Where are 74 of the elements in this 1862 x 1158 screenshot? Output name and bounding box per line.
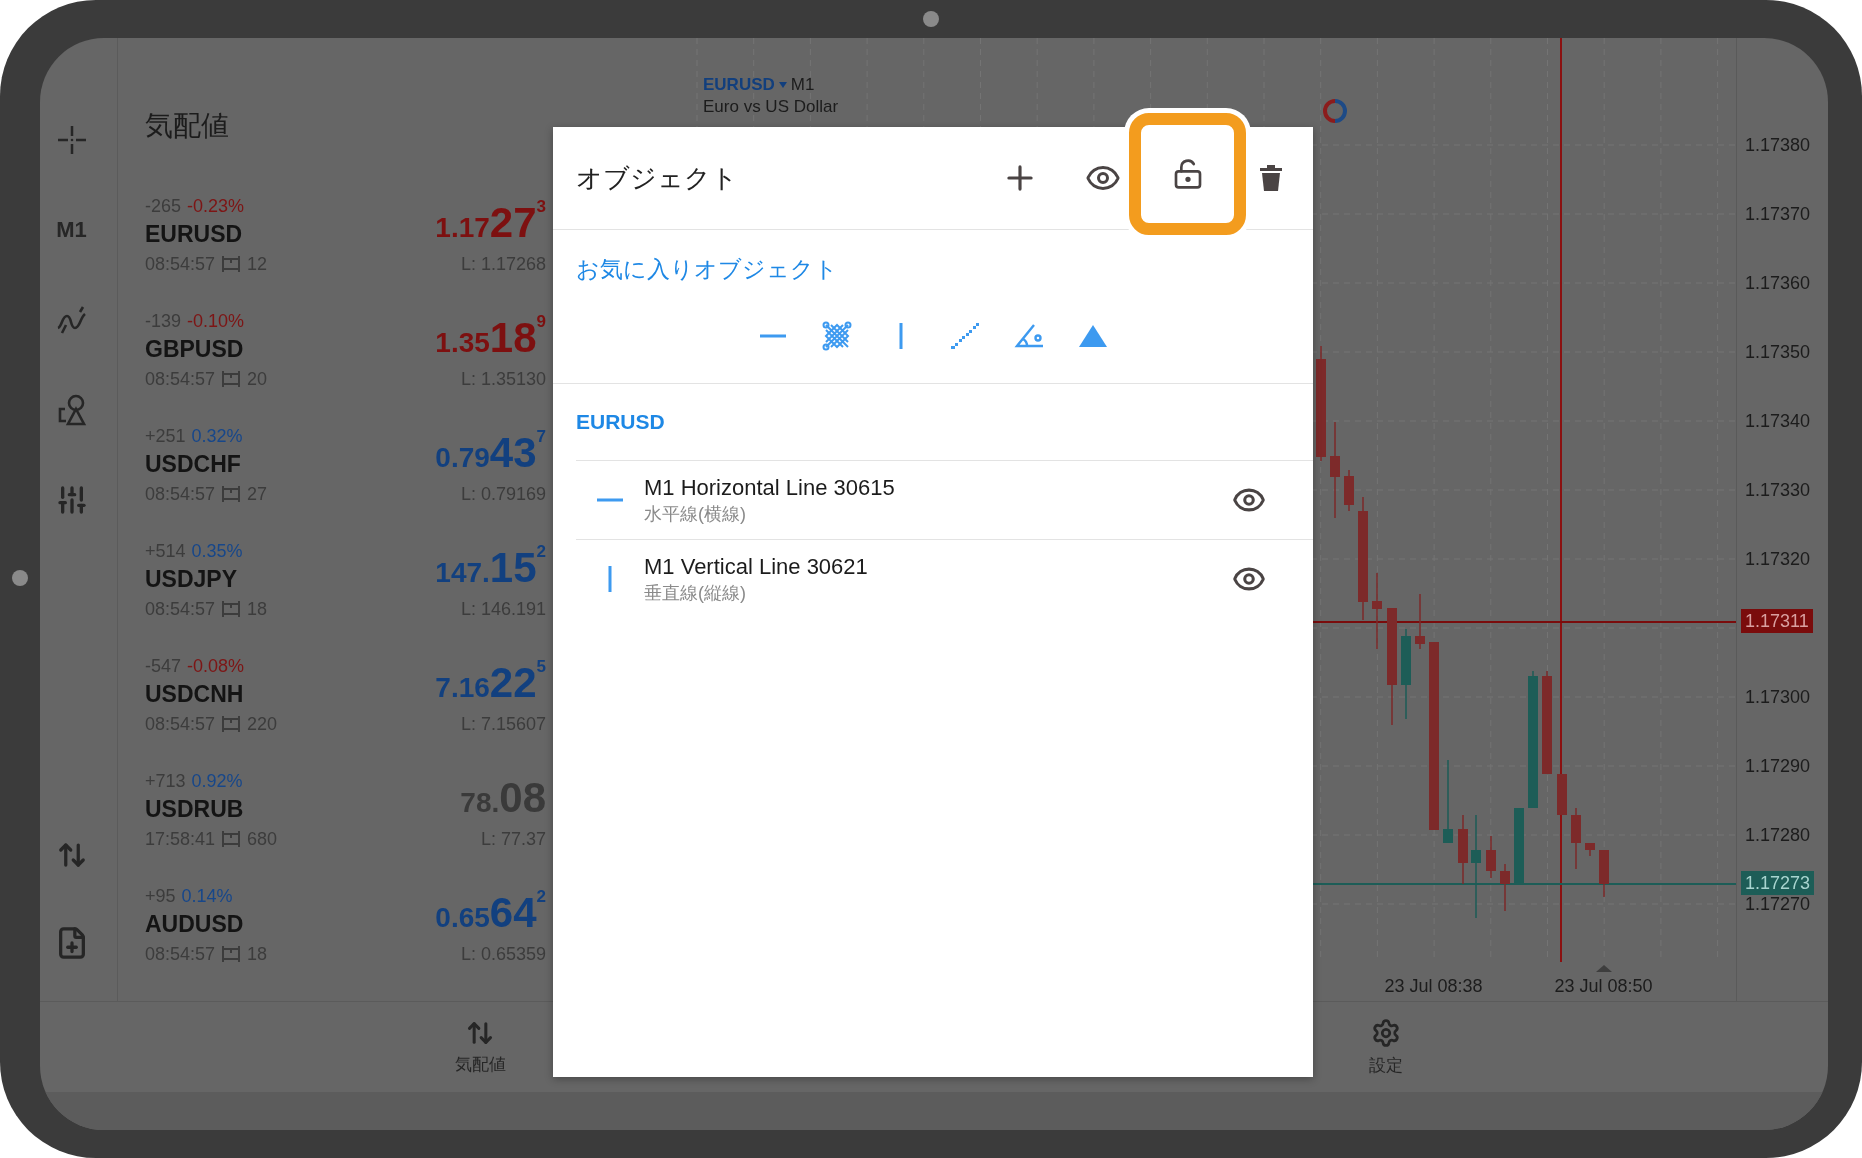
change-percent: -0.10% [187, 310, 245, 332]
spread-icon [221, 945, 242, 963]
price-axis-label: 1.17350 [1744, 341, 1812, 364]
price-axis-label: 1.17360 [1744, 272, 1812, 295]
symbol-name[interactable]: EURUSD [145, 218, 268, 250]
candle [1458, 814, 1468, 885]
spread-icon [221, 600, 242, 618]
nav-tab[interactable]: 設定 [1326, 1002, 1446, 1092]
spread-icon [221, 485, 242, 503]
chart-timeframe: M1 [790, 74, 815, 96]
spread-icon [221, 370, 242, 388]
price-axis-label: 1.17340 [1744, 410, 1812, 433]
vertical-line-icon [608, 566, 612, 592]
clock-donut-icon [1322, 98, 1348, 124]
price-axis-label: 1.17290 [1744, 755, 1812, 778]
symbol-name[interactable]: USDRUB [145, 793, 278, 825]
object-type: 垂直線(縦線) [644, 582, 747, 605]
price-axis-label: 1.17380 [1744, 134, 1812, 157]
object-name[interactable]: M1 Horizontal Line 30615 [644, 474, 895, 502]
change-percent: 0.32% [191, 425, 243, 447]
change-percent: 0.35% [191, 540, 243, 562]
price-axis-label: 1.17320 [1744, 548, 1812, 571]
change-percent: 0.14% [181, 885, 233, 907]
chart-symbol[interactable]: EURUSD [703, 74, 775, 96]
symbol-name[interactable]: USDCNH [145, 678, 278, 710]
price-marker: 1.17311 [1741, 609, 1813, 634]
spread-icon [221, 255, 242, 273]
dropdown-caret-icon [778, 82, 787, 88]
candle [1415, 593, 1425, 650]
chart-description: Euro vs US Dollar [703, 96, 839, 118]
symbol-name[interactable]: USDJPY [145, 563, 268, 595]
settings-icon [1371, 1017, 1401, 1048]
group-title: EURUSD [575, 409, 666, 435]
price-axis-label: 1.17330 [1744, 479, 1812, 502]
symbol-name[interactable]: AUDUSD [145, 908, 268, 940]
price-axis-label: 1.17370 [1744, 203, 1812, 226]
horizontal-line-icon [760, 333, 786, 338]
time-axis-label: 23 Jul 08:38 [1383, 975, 1484, 998]
change-percent: -0.23% [187, 195, 245, 217]
candle [1486, 835, 1496, 879]
object-name[interactable]: M1 Vertical Line 30621 [644, 553, 868, 581]
favorites-title: お気に入りオブジェクト [575, 255, 839, 282]
grid-icon [822, 320, 852, 351]
price-axis-label: 1.17300 [1744, 686, 1812, 709]
camera-dot [923, 11, 939, 27]
time-axis-label: 23 Jul 08:50 [1553, 975, 1654, 998]
candle [1500, 863, 1510, 912]
candle [1599, 849, 1609, 898]
nav-tab[interactable]: 気配値 [420, 1002, 540, 1092]
time-marker-icon [1596, 965, 1612, 972]
candle [1344, 469, 1354, 512]
vertical-line-icon [899, 322, 903, 349]
steps-icon [950, 321, 980, 350]
timeframe-button[interactable]: M1 [56, 208, 87, 252]
price-axis-label: 1.17270 [1744, 893, 1812, 916]
triangle-icon [1079, 324, 1107, 347]
change-percent: 0.92% [191, 770, 243, 792]
price-axis-label: 1.17280 [1744, 824, 1812, 847]
candle [1585, 842, 1595, 857]
side-dot [12, 570, 28, 586]
candle [1557, 773, 1567, 816]
object-type: 水平線(横線) [644, 503, 747, 526]
spread-icon [221, 830, 242, 848]
symbol-name[interactable]: USDCHF [145, 448, 268, 480]
price-marker: 1.17273 [1741, 871, 1815, 896]
spread-icon [221, 715, 242, 733]
candle [1571, 807, 1581, 870]
change-percent: -0.08% [187, 655, 245, 677]
symbol-name[interactable]: GBPUSD [145, 333, 268, 365]
panel-title: 気配値 [144, 109, 229, 143]
angle-icon [1014, 322, 1044, 349]
horizontal-line-icon [597, 498, 623, 502]
trash-icon [1259, 164, 1283, 192]
dialog-title: オブジェクト [576, 161, 738, 195]
